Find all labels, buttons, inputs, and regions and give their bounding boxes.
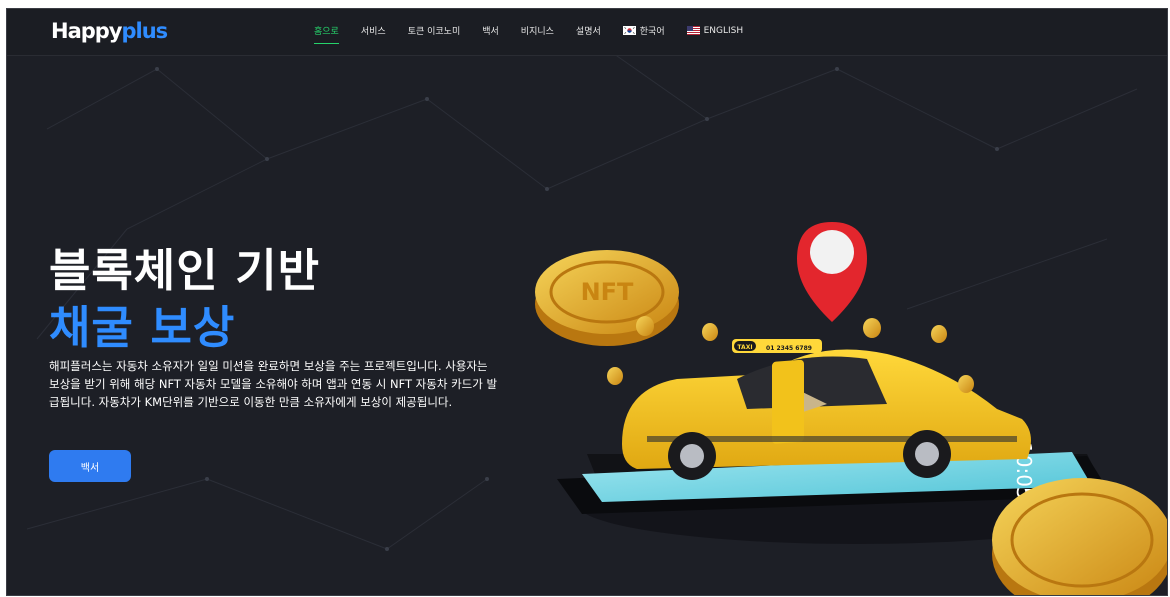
nav-item-manual[interactable]: 설명서 bbox=[576, 24, 601, 37]
location-pin-icon bbox=[797, 222, 867, 322]
language-korean-label: 한국어 bbox=[639, 27, 665, 37]
taxi-sign-text: TAXI bbox=[737, 344, 752, 351]
nav-item-whitepaper[interactable]: 백서 bbox=[482, 24, 499, 37]
hero-title-line1: 블록체인 기반 bbox=[49, 244, 321, 297]
nav-item-service[interactable]: 서비스 bbox=[361, 24, 386, 37]
nav-item-business[interactable]: 비지니스 bbox=[521, 24, 554, 37]
nav-item-token-economy[interactable]: 토큰 이코노미 bbox=[408, 24, 461, 37]
language-english[interactable]: ENGLISH bbox=[686, 25, 744, 36]
whitepaper-button[interactable]: 백서 bbox=[49, 450, 131, 482]
logo-accent-text: plus bbox=[121, 19, 169, 43]
taxi-nft-illustration: NFT 10:05 TAXI 01 2345 6789 bbox=[535, 222, 1167, 595]
top-navigation-bar: Happyplus 홈으로 서비스 토큰 이코노미 백서 비지니스 설명서 한국… bbox=[7, 9, 1167, 56]
main-nav: 홈으로 서비스 토큰 이코노미 백서 비지니스 설명서 한국어 ENGLISH bbox=[314, 24, 765, 44]
coin-nft-text: NFT bbox=[581, 278, 634, 306]
taxi-car-icon: TAXI 01 2345 6789 bbox=[622, 339, 1031, 480]
nav-item-home[interactable]: 홈으로 bbox=[314, 24, 339, 44]
nft-coin-large-icon: NFT bbox=[535, 250, 679, 346]
page-frame: Happyplus 홈으로 서비스 토큰 이코노미 백서 비지니스 설명서 한국… bbox=[6, 8, 1168, 596]
happyplus-logo[interactable]: Happyplus bbox=[51, 19, 169, 43]
logo-main-text: Happy bbox=[51, 19, 122, 43]
language-korean[interactable]: 한국어 bbox=[622, 24, 665, 37]
hero-description: 해피플러스는 자동차 소유자가 일일 미션을 완료하면 보상을 주는 프로젝트입… bbox=[49, 359, 498, 409]
hero-title-line2: 채굴 보상 bbox=[49, 301, 236, 354]
flag-us-icon bbox=[686, 26, 700, 35]
flag-kr-icon bbox=[622, 26, 636, 35]
language-english-label: ENGLISH bbox=[703, 25, 744, 36]
taxi-plate-text: 01 2345 6789 bbox=[766, 345, 812, 352]
